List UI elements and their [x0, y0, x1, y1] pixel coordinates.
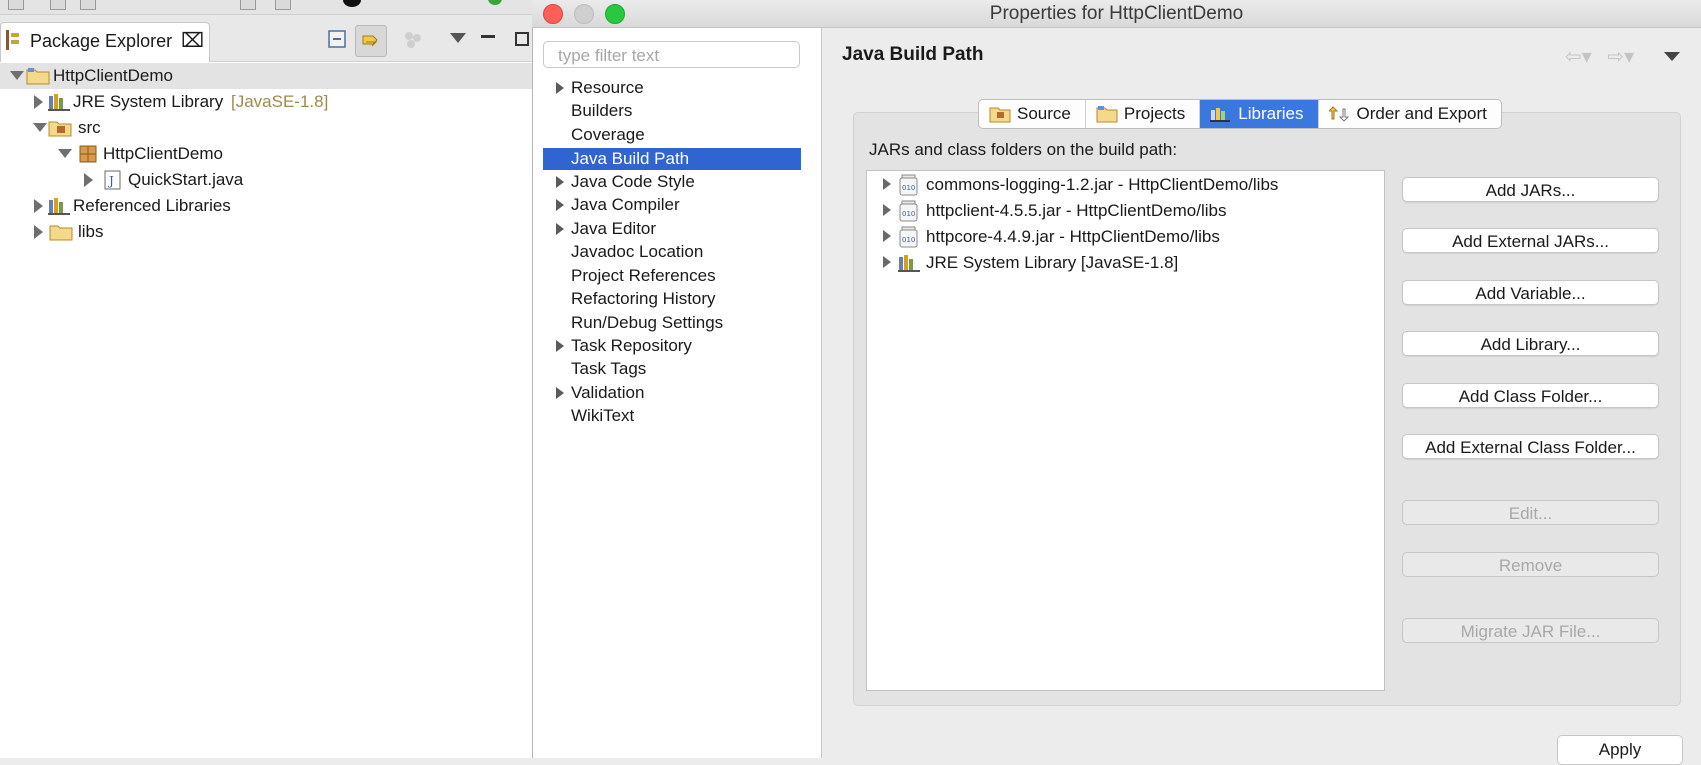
nav-item-builders[interactable]: Builders — [543, 100, 801, 122]
package-explorer-icon — [5, 29, 21, 51]
svg-text:J: J — [107, 174, 114, 188]
minimize-view-icon[interactable] — [481, 35, 495, 38]
migrate-jar-button[interactable]: Migrate JAR File... — [1402, 618, 1659, 643]
expand-arrow-icon[interactable] — [58, 149, 72, 158]
package-explorer-title: Package Explorer — [30, 31, 173, 51]
add-external-jars-button[interactable]: Add External JARs... — [1402, 228, 1659, 253]
expand-arrow-icon[interactable] — [34, 199, 43, 213]
debug-icon[interactable] — [343, 0, 361, 7]
expand-arrow-icon[interactable] — [10, 71, 24, 80]
add-library-button[interactable]: Add Library... — [1402, 331, 1659, 356]
collapse-all-icon[interactable] — [327, 28, 349, 50]
nav-item-validation[interactable]: Validation — [543, 382, 801, 404]
tree-item-decoration: [JavaSE-1.8] — [231, 92, 329, 111]
run-icon[interactable] — [488, 0, 502, 5]
expand-arrow-icon[interactable] — [33, 123, 47, 132]
expand-arrow-icon[interactable] — [883, 230, 891, 242]
expand-arrow-icon[interactable] — [556, 82, 564, 94]
view-menu-icon[interactable] — [450, 33, 466, 43]
page-menu-icon[interactable] — [1664, 52, 1680, 61]
save-icon[interactable] — [50, 0, 66, 10]
forward-arrow-icon[interactable]: ⇨▾ — [1607, 46, 1634, 68]
nav-item-refactoring-history[interactable]: Refactoring History — [543, 288, 801, 310]
nav-item-task-tags[interactable]: Task Tags — [543, 358, 801, 380]
save-all-icon[interactable] — [80, 0, 96, 10]
remove-button[interactable]: Remove — [1402, 552, 1659, 577]
java-file-icon: J — [104, 170, 122, 190]
svg-text:010: 010 — [902, 236, 915, 244]
svg-text:010: 010 — [902, 184, 915, 192]
order-export-tab-icon — [1328, 105, 1351, 123]
dialog-title: Properties for HttpClientDemo — [989, 3, 1244, 24]
projects-tab-icon — [1096, 105, 1118, 123]
apply-button[interactable]: Apply — [1557, 735, 1683, 765]
nav-item-java-code-style[interactable]: Java Code Style — [543, 171, 801, 193]
tab-projects[interactable]: Projects — [1086, 100, 1201, 128]
nav-item-javadoc-location[interactable]: Javadoc Location — [543, 241, 801, 263]
tab-source[interactable]: Source — [979, 100, 1086, 128]
maximize-view-icon[interactable] — [515, 32, 529, 46]
nav-item-task-repository[interactable]: Task Repository — [543, 335, 801, 357]
page-title: Java Build Path — [842, 44, 984, 65]
library-icon — [898, 253, 922, 273]
expand-arrow-icon[interactable] — [883, 178, 891, 190]
new-icon[interactable] — [8, 0, 24, 10]
library-icon — [48, 196, 72, 216]
build-path-tabs: Source Projects Libraries Order and Expo… — [978, 99, 1502, 129]
expand-arrow-icon[interactable] — [883, 256, 891, 268]
nav-item-wikitext[interactable]: WikiText — [543, 405, 801, 427]
jars-tree-label: JARs and class folders on the build path… — [869, 140, 1178, 159]
filter-input[interactable]: type filter text — [543, 41, 800, 68]
libraries-tab-icon — [1210, 105, 1232, 123]
expand-arrow-icon[interactable] — [883, 204, 891, 216]
jar-icon: 010 — [899, 200, 919, 222]
print-icon[interactable] — [240, 0, 256, 10]
focus-task-icon[interactable] — [402, 30, 424, 50]
add-class-folder-button[interactable]: Add Class Folder... — [1402, 383, 1659, 408]
add-external-class-folder-button[interactable]: Add External Class Folder... — [1402, 434, 1659, 459]
back-arrow-icon[interactable]: ⇦▾ — [1565, 46, 1592, 68]
nav-item-java-editor[interactable]: Java Editor — [543, 218, 801, 240]
jar-icon: 010 — [899, 226, 919, 248]
library-icon — [48, 92, 72, 112]
nav-item-resource[interactable]: Resource — [543, 77, 801, 99]
svg-text:010: 010 — [902, 210, 915, 218]
source-tab-icon — [989, 105, 1011, 123]
folder-icon — [49, 222, 73, 242]
expand-arrow-icon[interactable] — [34, 225, 43, 239]
package-icon — [78, 144, 98, 164]
tab-order-and-export[interactable]: Order and Export — [1319, 100, 1501, 128]
expand-arrow-icon[interactable] — [556, 199, 564, 211]
nav-item-java-compiler[interactable]: Java Compiler — [543, 194, 801, 216]
tab-libraries[interactable]: Libraries — [1200, 100, 1319, 128]
expand-arrow-icon[interactable] — [556, 387, 564, 399]
jars-tree[interactable]: 010 commons-logging-1.2.jar - HttpClient… — [866, 170, 1385, 691]
open-icon[interactable] — [275, 0, 291, 10]
expand-arrow-icon[interactable] — [556, 176, 564, 188]
expand-arrow-icon[interactable] — [556, 223, 564, 235]
nav-item-run-debug-settings[interactable]: Run/Debug Settings — [543, 312, 801, 334]
close-view-icon[interactable]: ⌧ — [181, 28, 204, 53]
tree-item-label: JRE System Library — [73, 92, 224, 111]
nav-item-coverage[interactable]: Coverage — [543, 124, 801, 146]
nav-item-java-build-path[interactable]: Java Build Path — [543, 148, 801, 170]
main-toolbar — [0, 0, 532, 15]
jar-icon: 010 — [899, 174, 919, 196]
add-jars-button[interactable]: Add JARs... — [1402, 177, 1659, 202]
expand-arrow-icon[interactable] — [556, 340, 564, 352]
nav-item-project-references[interactable]: Project References — [543, 265, 801, 287]
source-folder-icon — [48, 118, 72, 138]
history-nav: ⇦▾ ⇨▾ — [1565, 44, 1634, 69]
add-variable-button[interactable]: Add Variable... — [1402, 280, 1659, 305]
expand-arrow-icon[interactable] — [84, 173, 93, 187]
expand-arrow-icon[interactable] — [34, 95, 43, 109]
link-with-editor-icon[interactable] — [355, 25, 387, 57]
edit-button[interactable]: Edit... — [1402, 500, 1659, 525]
project-folder-icon — [26, 66, 50, 86]
